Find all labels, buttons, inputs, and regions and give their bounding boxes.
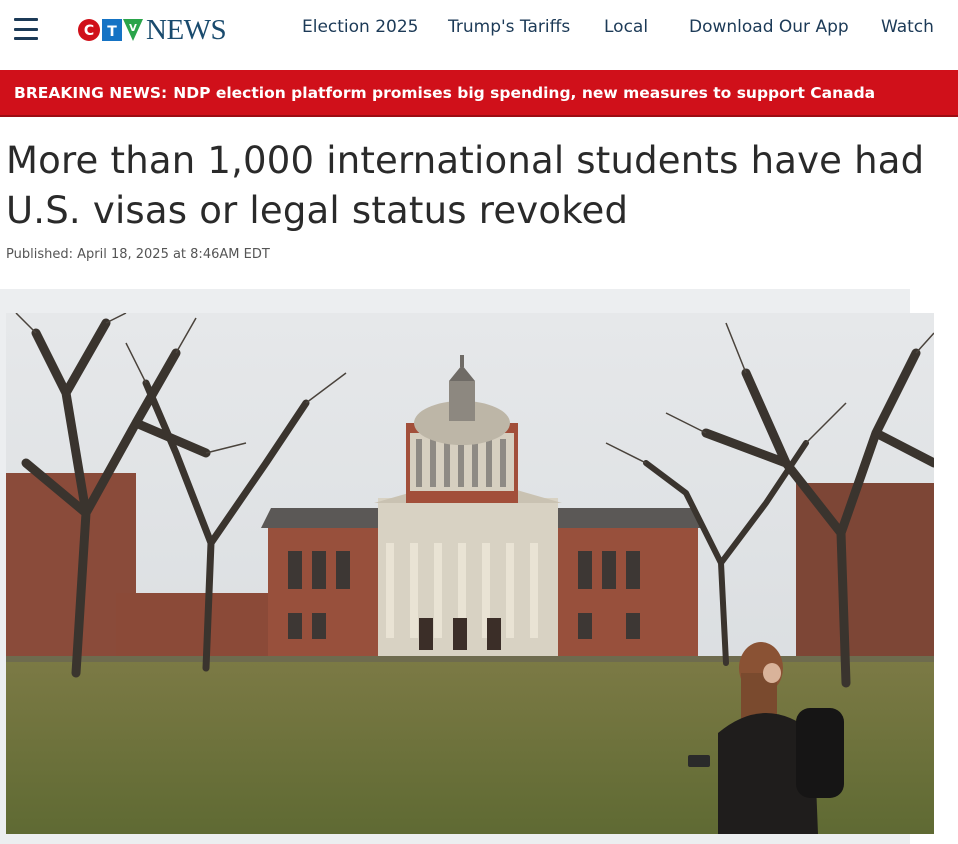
svg-text:C: C <box>84 23 94 39</box>
hamburger-menu-icon[interactable] <box>14 18 38 40</box>
logo-wordmark: NEWS <box>146 14 227 46</box>
breaking-news-banner[interactable]: BREAKING NEWS: NDP election platform pro… <box>0 70 958 117</box>
nav-item-local[interactable]: Local <box>604 17 648 37</box>
university-library-photo <box>6 313 934 834</box>
svg-text:T: T <box>107 24 117 40</box>
breaking-news-text: NDP election platform promises big spend… <box>173 83 876 102</box>
nav-item-trumps-tariffs[interactable]: Trump's Tariffs <box>448 17 570 37</box>
nav-item-election-2025[interactable]: Election 2025 <box>302 17 419 37</box>
ctv-news-logo[interactable]: C T V NEWS <box>77 14 227 46</box>
site-header: C T V NEWS Election 2025 Trump's Tariffs… <box>0 0 958 70</box>
breaking-news-label: BREAKING NEWS: <box>14 83 168 102</box>
nav-item-watch[interactable]: Watch <box>881 17 934 37</box>
published-timestamp: Published: April 18, 2025 at 8:46AM EDT <box>6 247 270 262</box>
main-nav: Election 2025 Trump's Tariffs Local Down… <box>302 17 934 39</box>
ctv-logo-icon: C T V <box>78 19 143 41</box>
svg-text:V: V <box>129 23 137 34</box>
nav-item-download-our-app[interactable]: Download Our App <box>689 17 849 37</box>
article-hero-photo[interactable] <box>6 313 934 834</box>
article-headline: More than 1,000 international students h… <box>6 139 925 232</box>
